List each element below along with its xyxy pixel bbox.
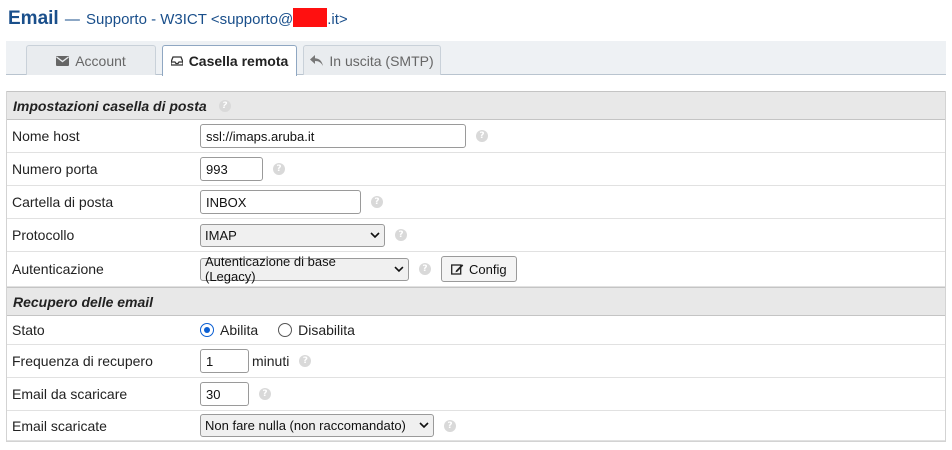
auth-label: Autenticazione <box>12 261 104 277</box>
section-mailbox-title: Impostazioni casella di posta <box>13 97 207 114</box>
section-fetch-title: Recupero delle email <box>13 293 154 310</box>
status-label: Stato <box>12 322 45 338</box>
folder-input[interactable] <box>200 190 361 214</box>
inbox-tray-icon <box>170 56 183 66</box>
row-emails-to-fetch: Email da scaricare ? <box>7 378 945 411</box>
protocol-value: IMAP <box>205 227 237 243</box>
auth-value: Autenticazione di base (Legacy) <box>205 254 336 284</box>
row-authentication: Autenticazione Autenticazione di base (L… <box>7 252 945 287</box>
settings-panel: Impostazioni casella di posta ? Nome hos… <box>6 91 946 442</box>
row-folder: Cartella di posta ? <box>7 186 945 219</box>
help-icon[interactable]: ? <box>259 388 271 400</box>
config-button[interactable]: Config <box>441 256 517 282</box>
account-name-prefix: Supporto - W3ICT <supporto@ <box>86 11 294 28</box>
fetched-label: Email scaricate <box>12 417 107 434</box>
row-status: Stato Abilita Disabilita <box>7 316 945 345</box>
fetched-action-value: Non fare nulla (non raccomandato) <box>205 418 406 433</box>
tab-smtp[interactable]: In uscita (SMTP) <box>303 45 441 75</box>
tab-remote-mailbox-label: Casella remota <box>188 53 289 69</box>
help-icon[interactable]: ? <box>218 99 231 112</box>
chevron-down-icon <box>394 265 404 272</box>
folder-label: Cartella di posta <box>12 194 114 210</box>
help-icon[interactable]: ? <box>419 263 431 275</box>
redacted-block <box>293 8 328 27</box>
status-disable-label: Disabilita <box>298 322 355 338</box>
radio-unchecked-indicator <box>278 323 293 337</box>
help-icon[interactable]: ? <box>299 355 312 367</box>
auth-select[interactable]: Autenticazione di base (Legacy) <box>200 254 409 284</box>
radio-checked-indicator <box>200 323 214 337</box>
host-label: Nome host <box>12 128 80 144</box>
tab-bar: Account Casella remota In uscita (SMTP) <box>6 41 946 76</box>
edit-icon <box>451 264 464 275</box>
help-icon[interactable]: ? <box>371 196 383 208</box>
port-label: Numero porta <box>12 161 98 177</box>
row-protocol: Protocollo IMAP ? <box>7 219 945 252</box>
port-input[interactable] <box>200 157 263 181</box>
section-email-fetch: Recupero delle email <box>7 287 945 316</box>
app-title: Email <box>8 8 59 29</box>
frequency-input[interactable] <box>200 349 249 373</box>
status-enable-label: Abilita <box>220 322 259 338</box>
reply-arrow-icon <box>310 55 324 66</box>
status-enable-radio[interactable]: Abilita <box>200 322 258 338</box>
envelope-icon <box>56 55 70 66</box>
protocol-select[interactable]: IMAP <box>200 223 385 247</box>
status-disable-radio[interactable]: Disabilita <box>278 322 355 338</box>
tab-remote-mailbox[interactable]: Casella remota <box>162 45 297 76</box>
page-title: Email — Supporto - W3ICT <supporto@ .it> <box>8 8 348 30</box>
row-fetched-emails: Email scaricate Non fare nulla (non racc… <box>7 411 945 441</box>
host-input[interactable] <box>200 124 466 148</box>
tab-account-label: Account <box>75 52 126 69</box>
config-button-label: Config <box>469 261 507 277</box>
row-port: Numero porta ? <box>7 153 945 186</box>
help-icon[interactable]: ? <box>395 229 407 241</box>
to-fetch-label: Email da scaricare <box>12 386 128 402</box>
frequency-label: Frequenza di recupero <box>12 353 153 369</box>
row-frequency: Frequenza di recupero minuti ? <box>7 345 945 378</box>
chevron-down-icon <box>419 422 429 429</box>
chevron-down-icon <box>370 231 380 238</box>
tab-smtp-label: In uscita (SMTP) <box>329 52 434 69</box>
section-mailbox-settings: Impostazioni casella di posta ? <box>7 91 945 120</box>
help-icon[interactable]: ? <box>273 163 285 175</box>
help-icon[interactable]: ? <box>444 419 456 432</box>
frequency-unit: minuti <box>252 353 290 369</box>
row-host: Nome host ? <box>7 120 945 153</box>
title-dash: — <box>64 11 80 28</box>
fetched-action-select[interactable]: Non fare nulla (non raccomandato) <box>200 414 434 437</box>
to-fetch-input[interactable] <box>200 382 249 406</box>
protocol-label: Protocollo <box>12 227 75 243</box>
account-name-suffix: .it> <box>327 11 348 28</box>
tab-account[interactable]: Account <box>26 45 156 75</box>
help-icon[interactable]: ? <box>476 130 488 142</box>
